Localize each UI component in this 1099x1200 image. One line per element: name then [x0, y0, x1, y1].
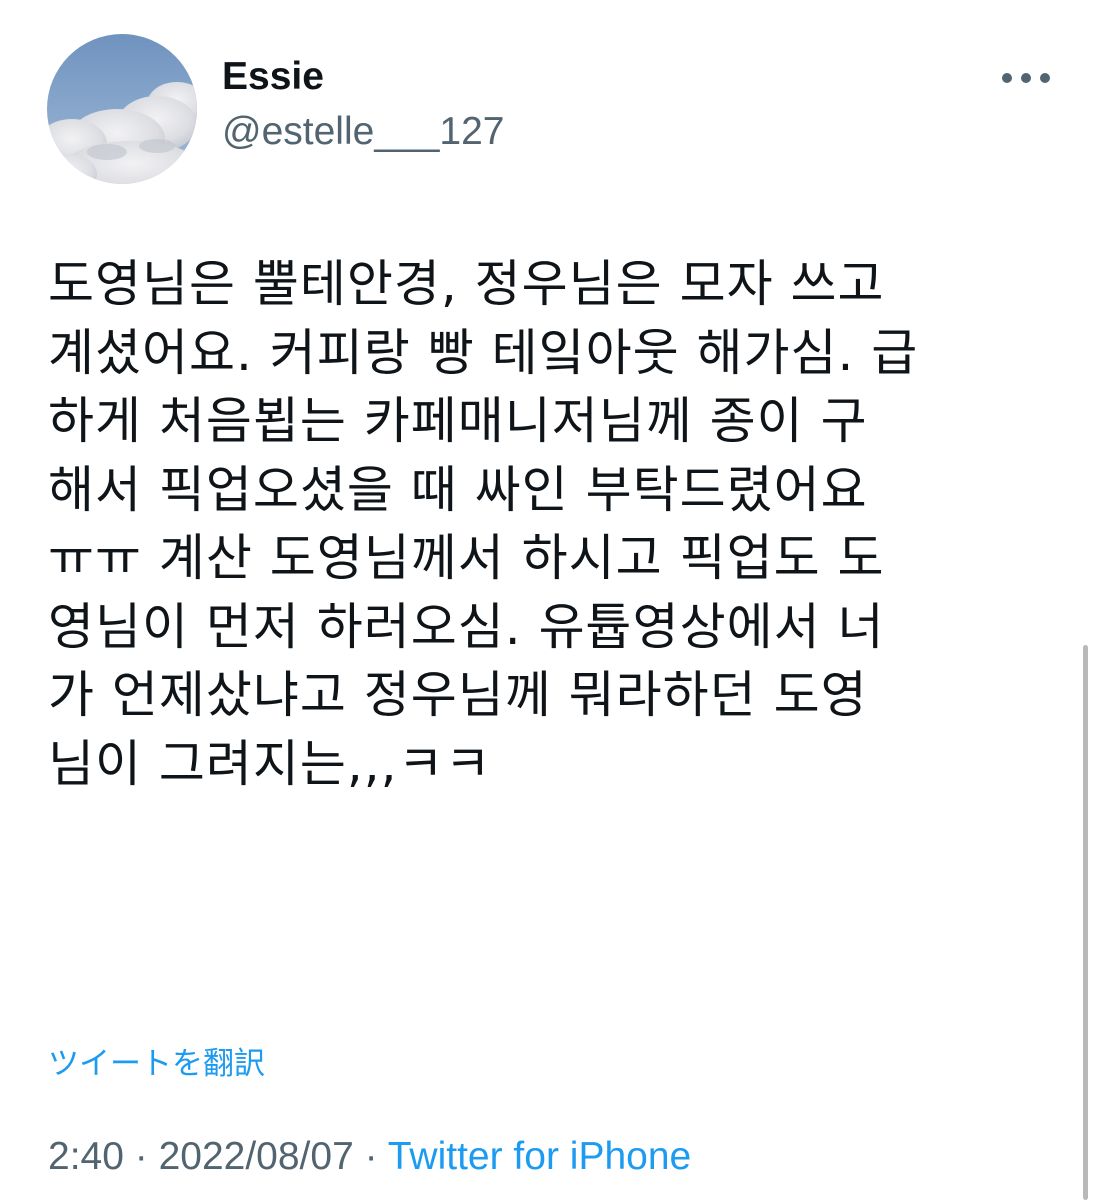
tweet-time[interactable]: 2:40 — [48, 1135, 124, 1178]
tweet-text-line: ㅠㅠ 계산 도영님께서 하시고 픽업도 도 — [48, 529, 885, 587]
tweet-meta: 2:40 · 2022/08/07 · Twitter for iPhone — [48, 1132, 691, 1182]
tweet-text-line: 도영님은 뿔테안경, 정우님은 모자 쓰고 — [48, 255, 885, 313]
display-name[interactable]: Essie — [222, 52, 324, 102]
tweet-text-line: 계셨어요. 커피랑 빵 테잌아웃 해가심. 급 — [48, 323, 919, 382]
cloud-sky-avatar-icon — [47, 34, 197, 184]
meta-separator: · — [123, 1135, 159, 1178]
tweet-text: 도영님은 뿔테안경, 정우님은 모자 쓰고 계셨어요. 커피랑 빵 테잌아웃 해… — [48, 250, 1038, 798]
more-dots-icon — [1021, 73, 1031, 83]
tweet-text-line: 해서 픽업오셨을 때 싸인 부탁드렸어요 — [48, 460, 868, 519]
scrollbar[interactable] — [1083, 645, 1088, 1200]
more-dots-icon — [1040, 73, 1050, 83]
tweet-text-line: 하게 처음뵙는 카페매니저님께 종이 구 — [48, 392, 868, 450]
tweet-text-line: 가 언제샀냐고 정우님께 뭐라하던 도영 — [48, 666, 868, 724]
tweet-date[interactable]: 2022/08/07 — [159, 1135, 354, 1178]
tweet-detail: Essie @estelle___127 도영님은 뿔테안경, 정우님은 모자 … — [0, 0, 1099, 1200]
more-options-button[interactable] — [998, 60, 1054, 96]
meta-separator: · — [353, 1135, 388, 1178]
tweet-text-line: 님이 그려지는,,,ㅋㅋ — [48, 734, 492, 793]
more-dots-icon — [1002, 73, 1012, 83]
translate-tweet-link[interactable]: ツイートを翻訳 — [48, 1043, 265, 1085]
user-handle[interactable]: @estelle___127 — [222, 107, 504, 157]
tweet-source-link[interactable]: Twitter for iPhone — [388, 1135, 691, 1178]
avatar[interactable] — [47, 34, 197, 184]
tweet-text-line: 영님이 먼저 하러오심. 유튭영상에서 너 — [48, 597, 885, 656]
